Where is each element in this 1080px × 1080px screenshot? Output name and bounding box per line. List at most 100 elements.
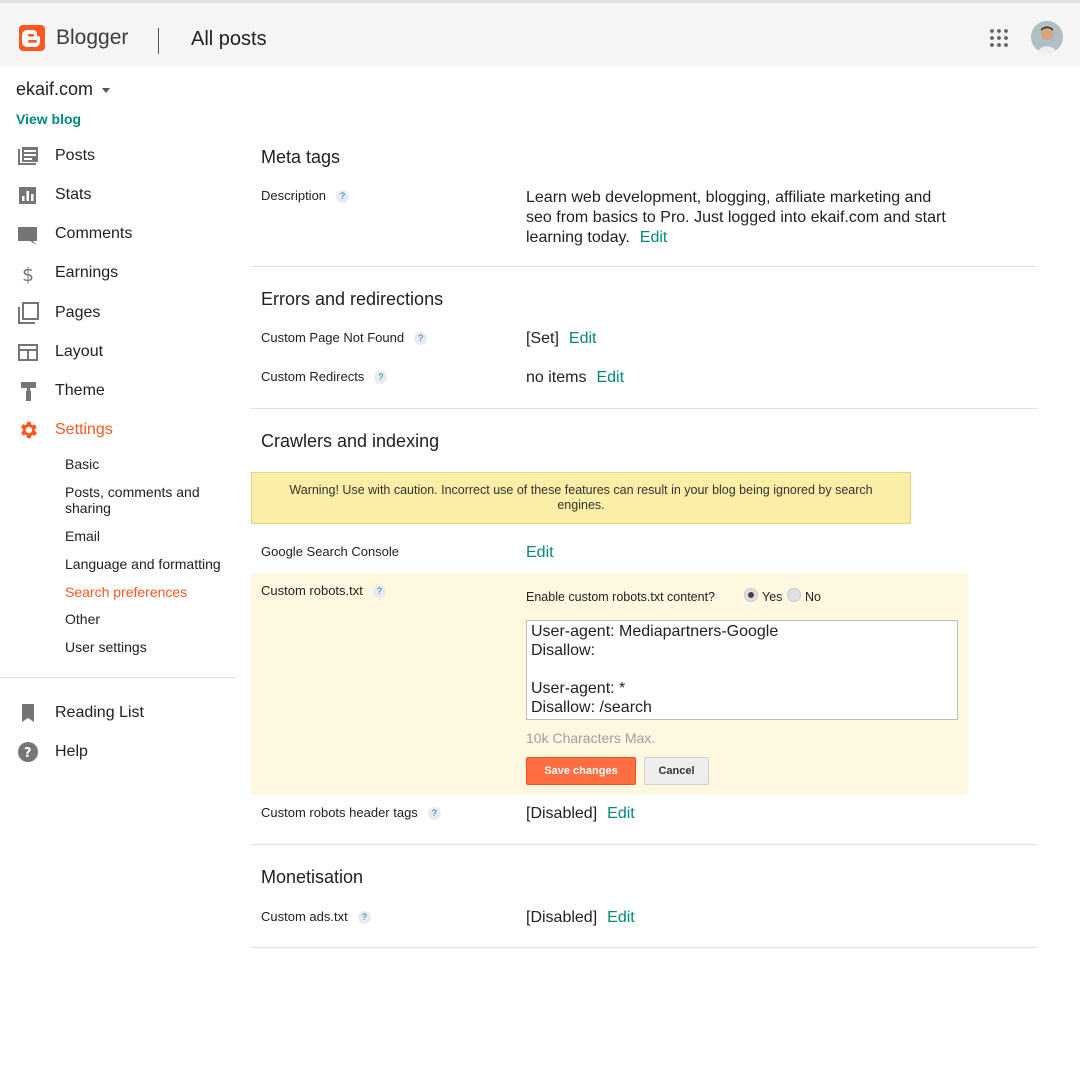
section-divider [251, 266, 1037, 267]
custom-ads-txt-value: [Disabled] Edit [526, 909, 635, 927]
row-label-text: Description [261, 188, 327, 203]
posts-icon [17, 145, 39, 167]
svg-text:?: ? [24, 746, 32, 761]
edit-redirects-link[interactable]: Edit [596, 369, 624, 386]
radio-no[interactable] [787, 588, 801, 602]
edit-ads-txt-link[interactable]: Edit [607, 909, 635, 926]
sidebar-item-help[interactable]: ? Help [0, 737, 235, 767]
sidebar-item-label: Theme [55, 382, 105, 399]
sidebar-item-earnings[interactable]: $ Earnings [0, 258, 235, 288]
caret-down-icon[interactable] [102, 88, 110, 93]
view-blog-link[interactable]: View blog [16, 111, 81, 127]
enable-robots-question: Enable custom robots.txt content? [526, 590, 715, 604]
brand-name[interactable]: Blogger [56, 26, 128, 50]
settings-sub-other[interactable]: Other [65, 611, 225, 627]
value-text: [Set] [526, 330, 559, 347]
sidebar-item-posts[interactable]: Posts [0, 141, 235, 171]
sidebar-item-settings[interactable]: Settings [0, 415, 235, 445]
sidebar-item-label: Earnings [55, 264, 119, 281]
custom-robots-header-tags-value: [Disabled] Edit [526, 805, 635, 823]
sidebar-item-label: Stats [55, 186, 92, 203]
sidebar-item-reading-list[interactable]: Reading List [0, 698, 235, 728]
char-limit-note: 10k Characters Max. [526, 730, 656, 746]
avatar[interactable] [1031, 21, 1063, 53]
google-search-console-label: Google Search Console [261, 544, 400, 559]
value-text: no items [526, 369, 587, 386]
dollar-icon: $ [17, 262, 39, 286]
sidebar-item-label: Layout [55, 343, 104, 360]
edit-header-tags-link[interactable]: Edit [607, 805, 635, 822]
section-divider [251, 947, 1037, 948]
settings-sub-email[interactable]: Email [65, 528, 225, 544]
robots-txt-textarea[interactable]: User-agent: Mediapartners-Google Disallo… [526, 620, 958, 720]
sidebar-item-pages[interactable]: Pages [0, 298, 235, 328]
settings-sub-basic[interactable]: Basic [65, 456, 225, 472]
warning-banner: Warning! Use with caution. Incorrect use… [251, 472, 911, 524]
sidebar-item-comments[interactable]: Comments [0, 219, 235, 249]
blog-selector[interactable]: ekaif.com [16, 79, 93, 100]
gear-icon [17, 419, 39, 441]
settings-sub-posts-comments-sharing[interactable]: Posts, comments and sharing [65, 484, 225, 516]
help-icon: ? [17, 741, 39, 763]
settings-sub-search-preferences[interactable]: Search preferences [65, 584, 225, 600]
row-label-text: Custom robots header tags [261, 805, 418, 820]
custom-page-not-found-value: [Set] Edit [526, 330, 596, 348]
sidebar-item-label: Reading List [55, 704, 144, 721]
help-question-icon[interactable]: ? [336, 190, 350, 204]
sidebar-divider [0, 677, 236, 678]
section-divider [251, 408, 1037, 409]
edit-page-not-found-link[interactable]: Edit [569, 330, 597, 347]
blogger-logo-icon[interactable] [19, 25, 45, 51]
radio-yes[interactable] [744, 588, 758, 602]
help-question-icon[interactable]: ? [414, 332, 428, 346]
top-app-bar: Blogger All posts [0, 0, 1080, 66]
row-label-text: Custom Page Not Found [261, 330, 405, 345]
settings-sub-user-settings[interactable]: User settings [65, 639, 225, 655]
value-text: [Disabled] [526, 805, 598, 822]
comments-icon [17, 223, 39, 245]
apps-grid-icon[interactable] [988, 27, 1010, 49]
radio-yes-label[interactable]: Yes [762, 590, 782, 604]
help-question-icon[interactable]: ? [374, 371, 388, 385]
custom-robots-panel: Custom robots.txt? Enable custom robots.… [251, 573, 968, 795]
radio-no-label[interactable]: No [805, 590, 821, 604]
edit-description-link[interactable]: Edit [640, 229, 668, 246]
section-title-crawlers: Crawlers and indexing [261, 431, 440, 451]
pages-icon [17, 302, 39, 324]
row-label-text: Custom ads.txt [261, 909, 348, 924]
help-question-icon[interactable]: ? [372, 585, 386, 599]
sidebar-item-label: Comments [55, 225, 133, 242]
paint-roller-icon [17, 380, 39, 402]
cancel-button[interactable]: Cancel [644, 757, 709, 785]
sidebar-item-label: Pages [55, 304, 101, 321]
sidebar-item-label: Settings [55, 421, 113, 438]
custom-ads-txt-label: Custom ads.txt? [261, 909, 371, 925]
sidebar-item-theme[interactable]: Theme [0, 376, 235, 406]
header-divider [158, 28, 159, 54]
sidebar-item-layout[interactable]: Layout [0, 337, 235, 367]
custom-page-not-found-label: Custom Page Not Found? [261, 330, 428, 346]
help-question-icon[interactable]: ? [357, 911, 371, 925]
custom-redirects-value: no items Edit [526, 369, 624, 387]
help-question-icon[interactable]: ? [427, 807, 441, 821]
custom-robots-header-tags-label: Custom robots header tags? [261, 805, 441, 821]
description-text: Learn web development, blogging, affilia… [526, 189, 946, 246]
row-label-text: Custom robots.txt [261, 583, 363, 598]
value-text: [Disabled] [526, 909, 598, 926]
page-title: All posts [191, 28, 267, 50]
sidebar-item-label: Help [55, 743, 88, 760]
svg-text:$: $ [22, 264, 34, 284]
description-value: Learn web development, blogging, affilia… [526, 188, 956, 248]
section-title-errors: Errors and redirections [261, 289, 444, 309]
save-changes-button[interactable]: Save changes [526, 757, 636, 785]
sidebar-item-label: Posts [55, 147, 96, 164]
custom-redirects-label: Custom Redirects? [261, 369, 388, 385]
custom-robots-label: Custom robots.txt? [261, 583, 386, 599]
sidebar-item-stats[interactable]: Stats [0, 180, 235, 210]
row-label-text: Custom Redirects [261, 369, 365, 384]
edit-search-console-link[interactable]: Edit [526, 544, 554, 561]
section-divider [251, 844, 1037, 845]
section-title-monetisation: Monetisation [261, 867, 364, 887]
layout-icon [17, 341, 39, 363]
settings-sub-language-formatting[interactable]: Language and formatting [65, 556, 225, 572]
